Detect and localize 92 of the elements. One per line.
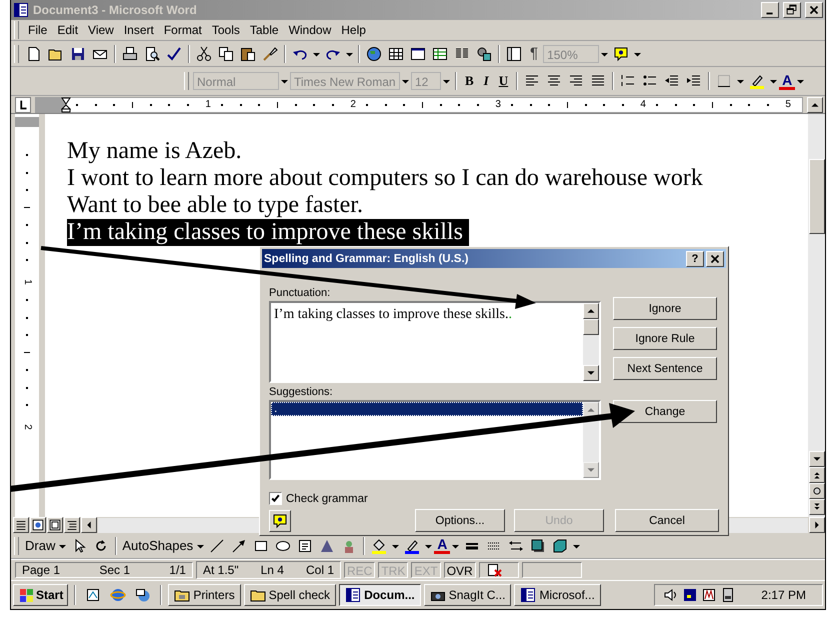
dialog-button[interactable]: Options... [415, 509, 505, 532]
word-document-icon [13, 2, 29, 18]
ruler-number: 1 [205, 100, 211, 110]
restore-icon[interactable] [783, 2, 801, 18]
menu-item[interactable]: Window [284, 22, 336, 37]
status-text: Sec 1 [99, 563, 130, 578]
sentence-text: I’m taking classes to improve these skills.. [273, 306, 513, 324]
bold-button[interactable]: B [460, 73, 479, 90]
menu-item[interactable]: Format [158, 22, 207, 37]
taskbar-button[interactable]: Printers [168, 584, 241, 606]
scroll-up-icon[interactable] [807, 96, 823, 113]
page-view-icon[interactable] [47, 517, 63, 534]
minimize-icon[interactable] [761, 2, 779, 18]
document-line: Want to bee able to type faster. [67, 192, 363, 220]
font-color-button[interactable]: A [779, 72, 796, 90]
ruler-number: 1 [22, 279, 32, 285]
previous-page-icon[interactable] [808, 466, 824, 483]
scroll-thumb[interactable] [808, 159, 824, 234]
word-document-icon [520, 587, 536, 604]
status-text: 1/1 [169, 563, 186, 578]
dialog-button[interactable]: Change [613, 400, 717, 423]
scroll-thumb[interactable] [583, 319, 599, 335]
outline-view-icon[interactable] [64, 517, 80, 534]
clock: 2:17 PM [761, 588, 806, 602]
mail-globe-icon[interactable] [135, 587, 152, 604]
menu-item[interactable]: Help [336, 22, 371, 37]
checkbox[interactable] [269, 492, 282, 505]
ruler-number: 2 [350, 100, 356, 110]
checkbox-label: Check grammar [286, 492, 368, 504]
windows-flag-icon [18, 587, 34, 604]
ruler-number: 2 [22, 424, 32, 430]
scroll-up-icon[interactable] [583, 402, 599, 418]
check-grammar-checkbox[interactable]: Check grammar [269, 492, 728, 505]
browser-icon[interactable] [110, 587, 126, 604]
menu-item[interactable]: Tools [206, 22, 245, 37]
draw-menu-button[interactable]: Draw [23, 538, 58, 554]
close-icon[interactable] [706, 250, 724, 266]
menu-item[interactable]: Insert [118, 22, 159, 37]
menu-item[interactable]: View [83, 22, 119, 37]
indent-marker-icon[interactable] [61, 96, 71, 113]
ruler-number: 5 [785, 100, 791, 110]
scroll-right-icon[interactable] [809, 517, 825, 534]
suggestions-list[interactable]: . [269, 400, 601, 480]
scroll-left-icon[interactable] [81, 517, 97, 534]
dialog-button[interactable]: Next Sentence [613, 357, 717, 380]
underline-button[interactable]: U [494, 73, 514, 90]
sentence-field[interactable]: I’m taking classes to improve these skills.. [269, 301, 601, 383]
taskbar-button[interactable]: Microsof... [514, 584, 601, 606]
show-marks-button[interactable]: ¶ [525, 45, 544, 62]
help-button[interactable]: ? [686, 250, 704, 266]
scroll-up-icon[interactable] [583, 303, 599, 319]
close-icon[interactable] [805, 2, 823, 18]
ruler-margin [15, 117, 39, 128]
book-error-icon[interactable] [486, 562, 502, 578]
problem-label: Punctuation: [269, 287, 332, 299]
status-indicator[interactable]: OVR [444, 562, 476, 578]
help-icon [272, 512, 288, 528]
status-text: Ln 4 [260, 563, 284, 578]
scroll-down-icon[interactable] [808, 450, 824, 467]
document-line: My name is Azeb. [67, 138, 242, 166]
start-button[interactable]: Start [13, 584, 68, 606]
tab-stop-icon[interactable] [15, 96, 31, 113]
web-view-icon[interactable] [30, 517, 46, 534]
menu-item[interactable]: File [23, 22, 52, 37]
status-text: Col 1 [306, 563, 334, 578]
dialog-button[interactable]: Ignore [613, 297, 717, 320]
menu-item[interactable]: Table [244, 22, 284, 37]
menu-item[interactable]: Edit [52, 22, 84, 37]
status-text: Page 1 [22, 563, 60, 578]
browse-object-icon[interactable] [808, 482, 824, 499]
taskbar-button[interactable]: Spell check [244, 584, 336, 606]
scroll-down-icon[interactable] [583, 365, 599, 381]
ruler-number: 4 [640, 100, 646, 110]
word-document-icon [345, 587, 362, 604]
suggestions-label: Suggestions: [269, 386, 334, 398]
status-field [522, 562, 582, 578]
taskbar-button[interactable]: Docum... [339, 584, 421, 606]
dialog-button[interactable]: Ignore Rule [613, 327, 717, 350]
next-page-icon[interactable] [808, 498, 824, 515]
ruler-number: 3 [495, 100, 501, 110]
suggestion-item[interactable]: . [271, 402, 583, 416]
status-text: At 1.5" [203, 563, 239, 578]
vertical-scrollbar[interactable] [808, 114, 825, 517]
italic-button[interactable]: I [478, 73, 494, 90]
taskbar-button[interactable]: SnagIt C... [424, 584, 512, 606]
autoshapes-menu-button[interactable]: AutoShapes [120, 538, 196, 554]
dialog-title: Spelling and Grammar: English (U.S.) [264, 252, 468, 264]
document-line: I wont to learn more about computers so I can do warehouse work [67, 165, 703, 192]
window-title: Document3 - Microsoft Word [33, 2, 197, 17]
normal-view-icon[interactable] [13, 517, 29, 534]
help-button[interactable] [269, 510, 291, 532]
dialog-button[interactable]: Cancel [615, 509, 719, 532]
